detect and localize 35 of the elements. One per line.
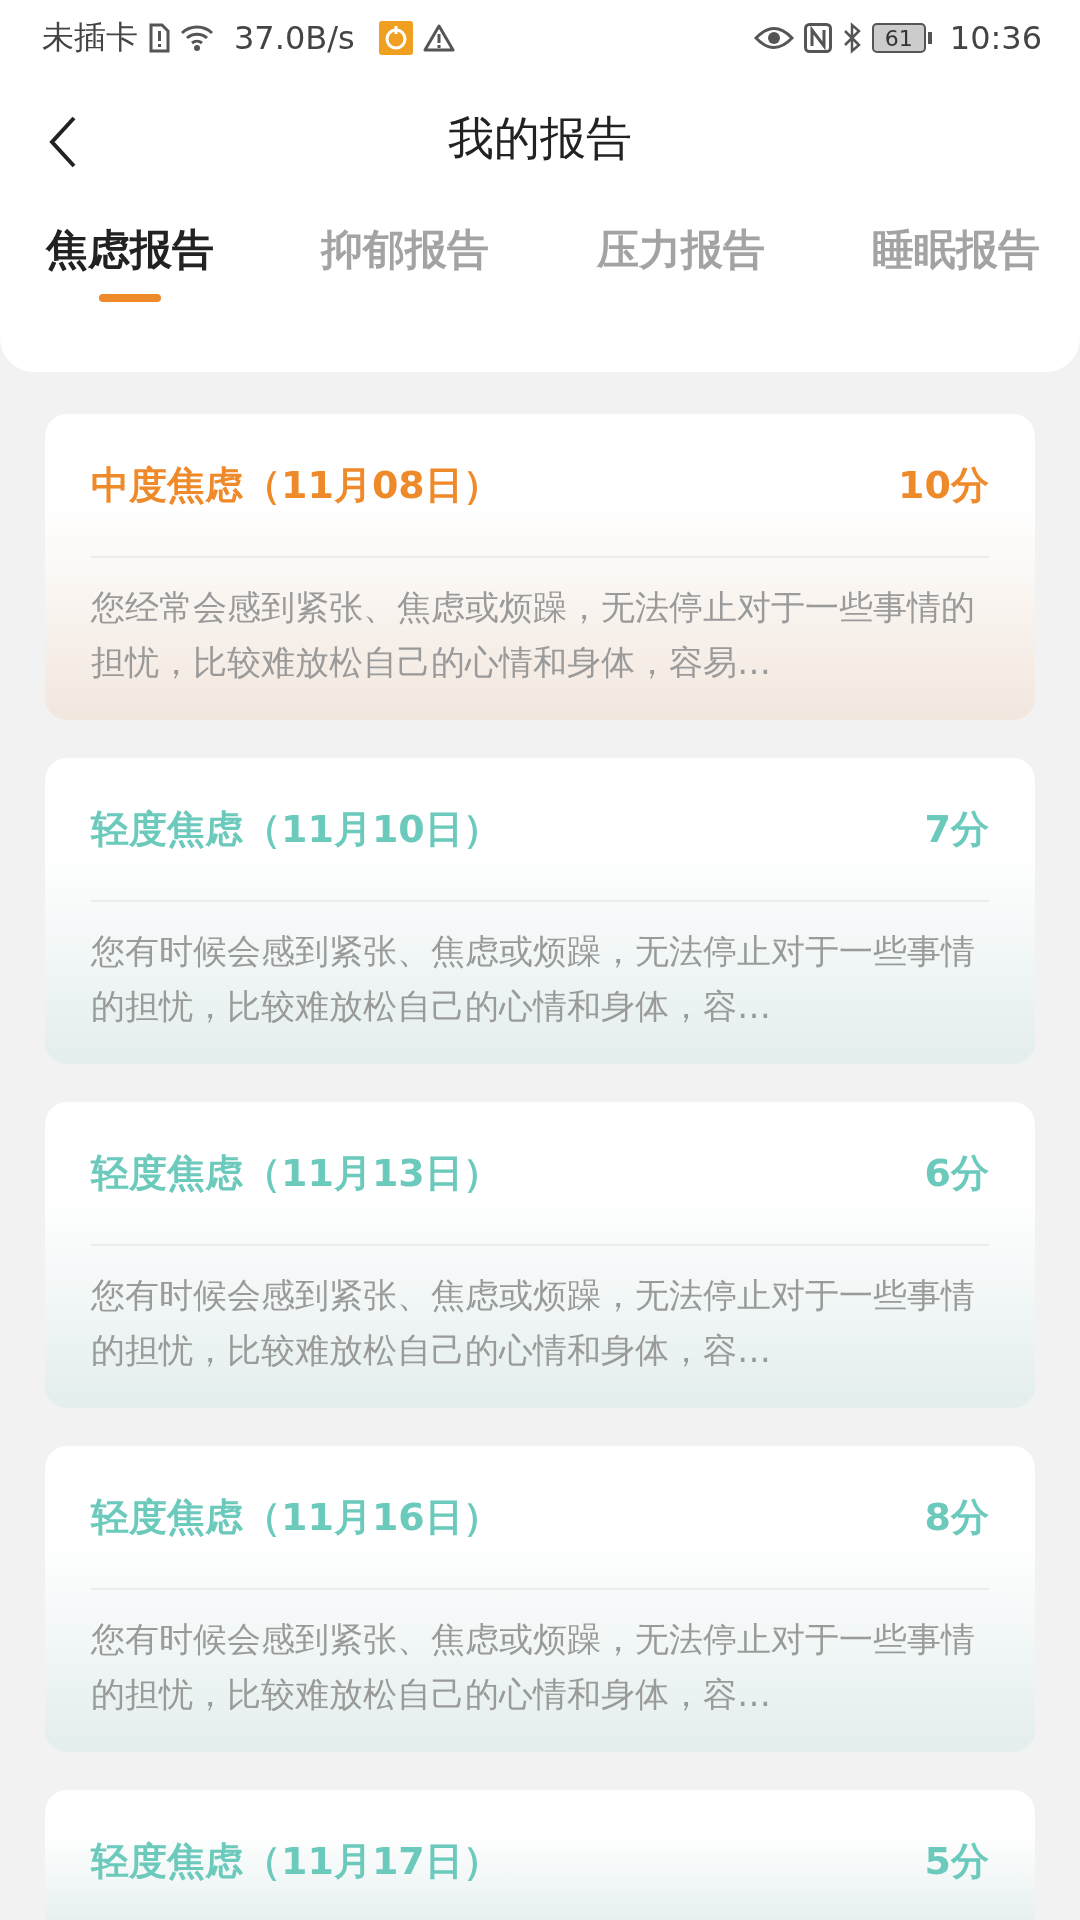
report-card[interactable]: 轻度焦虑（11月13日） 6分 您有时候会感到紧张、焦虑或烦躁，无法停止对于一些事情的担忧，比较难放松自己的心情和身体，容…	[45, 1102, 1035, 1408]
report-tab[interactable]: 睡眠报告	[872, 222, 1040, 302]
report-title: 轻度焦虑（11月16日）	[91, 1493, 501, 1541]
report-title: 轻度焦虑（11月13日）	[91, 1149, 501, 1197]
report-description: 您有时候会感到紧张、焦虑或烦躁，无法停止对于一些事情的担忧，比较难放松自己的心情和身体，容…	[91, 1618, 976, 1716]
report-score: 7分	[924, 805, 989, 853]
report-title: 中度焦虑（11月08日）	[91, 461, 501, 509]
report-description: 您经常会感到紧张、焦虑或烦躁，无法停止对于一些事情的担忧，比较难放松自己的心情和身体，容易…	[91, 586, 976, 684]
report-title: 轻度焦虑（11月10日）	[91, 805, 501, 853]
report-tab[interactable]: 抑郁报告	[321, 222, 490, 302]
nfc-icon	[803, 23, 832, 53]
report-score: 6分	[924, 1149, 989, 1197]
page-title: 我的报告	[448, 110, 632, 167]
app-notification-icon	[378, 21, 413, 55]
bluetooth-icon	[841, 22, 862, 54]
report-tab[interactable]: 焦虑报告	[46, 222, 214, 302]
report-score: 10分	[898, 461, 989, 509]
active-tab-indicator	[99, 294, 161, 302]
report-score: 5分	[924, 1837, 989, 1885]
report-card[interactable]: 轻度焦虑（11月10日） 7分 您有时候会感到紧张、焦虑或烦躁，无法停止对于一些事情的担忧，比较难放松自己的心情和身体，容…	[45, 758, 1035, 1064]
eye-icon	[753, 25, 794, 51]
report-card[interactable]: 轻度焦虑（11月17日） 5分	[45, 1790, 1035, 1920]
report-description: 您有时候会感到紧张、焦虑或烦躁，无法停止对于一些事情的担忧，比较难放松自己的心情和身体，容…	[91, 1274, 976, 1372]
carrier-text: 未插卡	[42, 17, 138, 58]
clock-time: 10:36	[949, 19, 1042, 57]
report-card[interactable]: 中度焦虑（11月08日） 10分 您经常会感到紧张、焦虑或烦躁，无法停止对于一些事情的担忧，比较难放松自己的心情和身体，容易…	[45, 414, 1035, 720]
report-description: 您有时候会感到紧张、焦虑或烦躁，无法停止对于一些事情的担忧，比较难放松自己的心情和身体，容…	[91, 930, 976, 1028]
report-card[interactable]: 轻度焦虑（11月16日） 8分 您有时候会感到紧张、焦虑或烦躁，无法停止对于一些事情的担忧，比较难放松自己的心情和身体，容…	[45, 1446, 1035, 1752]
report-title: 轻度焦虑（11月17日）	[91, 1837, 501, 1885]
warning-icon	[422, 23, 455, 53]
sim-alert-icon	[148, 23, 170, 53]
report-score: 8分	[924, 1493, 989, 1541]
network-speed: 37.0B/s	[234, 19, 355, 57]
wifi-icon	[180, 23, 216, 53]
report-tab[interactable]: 压力报告	[596, 222, 765, 302]
